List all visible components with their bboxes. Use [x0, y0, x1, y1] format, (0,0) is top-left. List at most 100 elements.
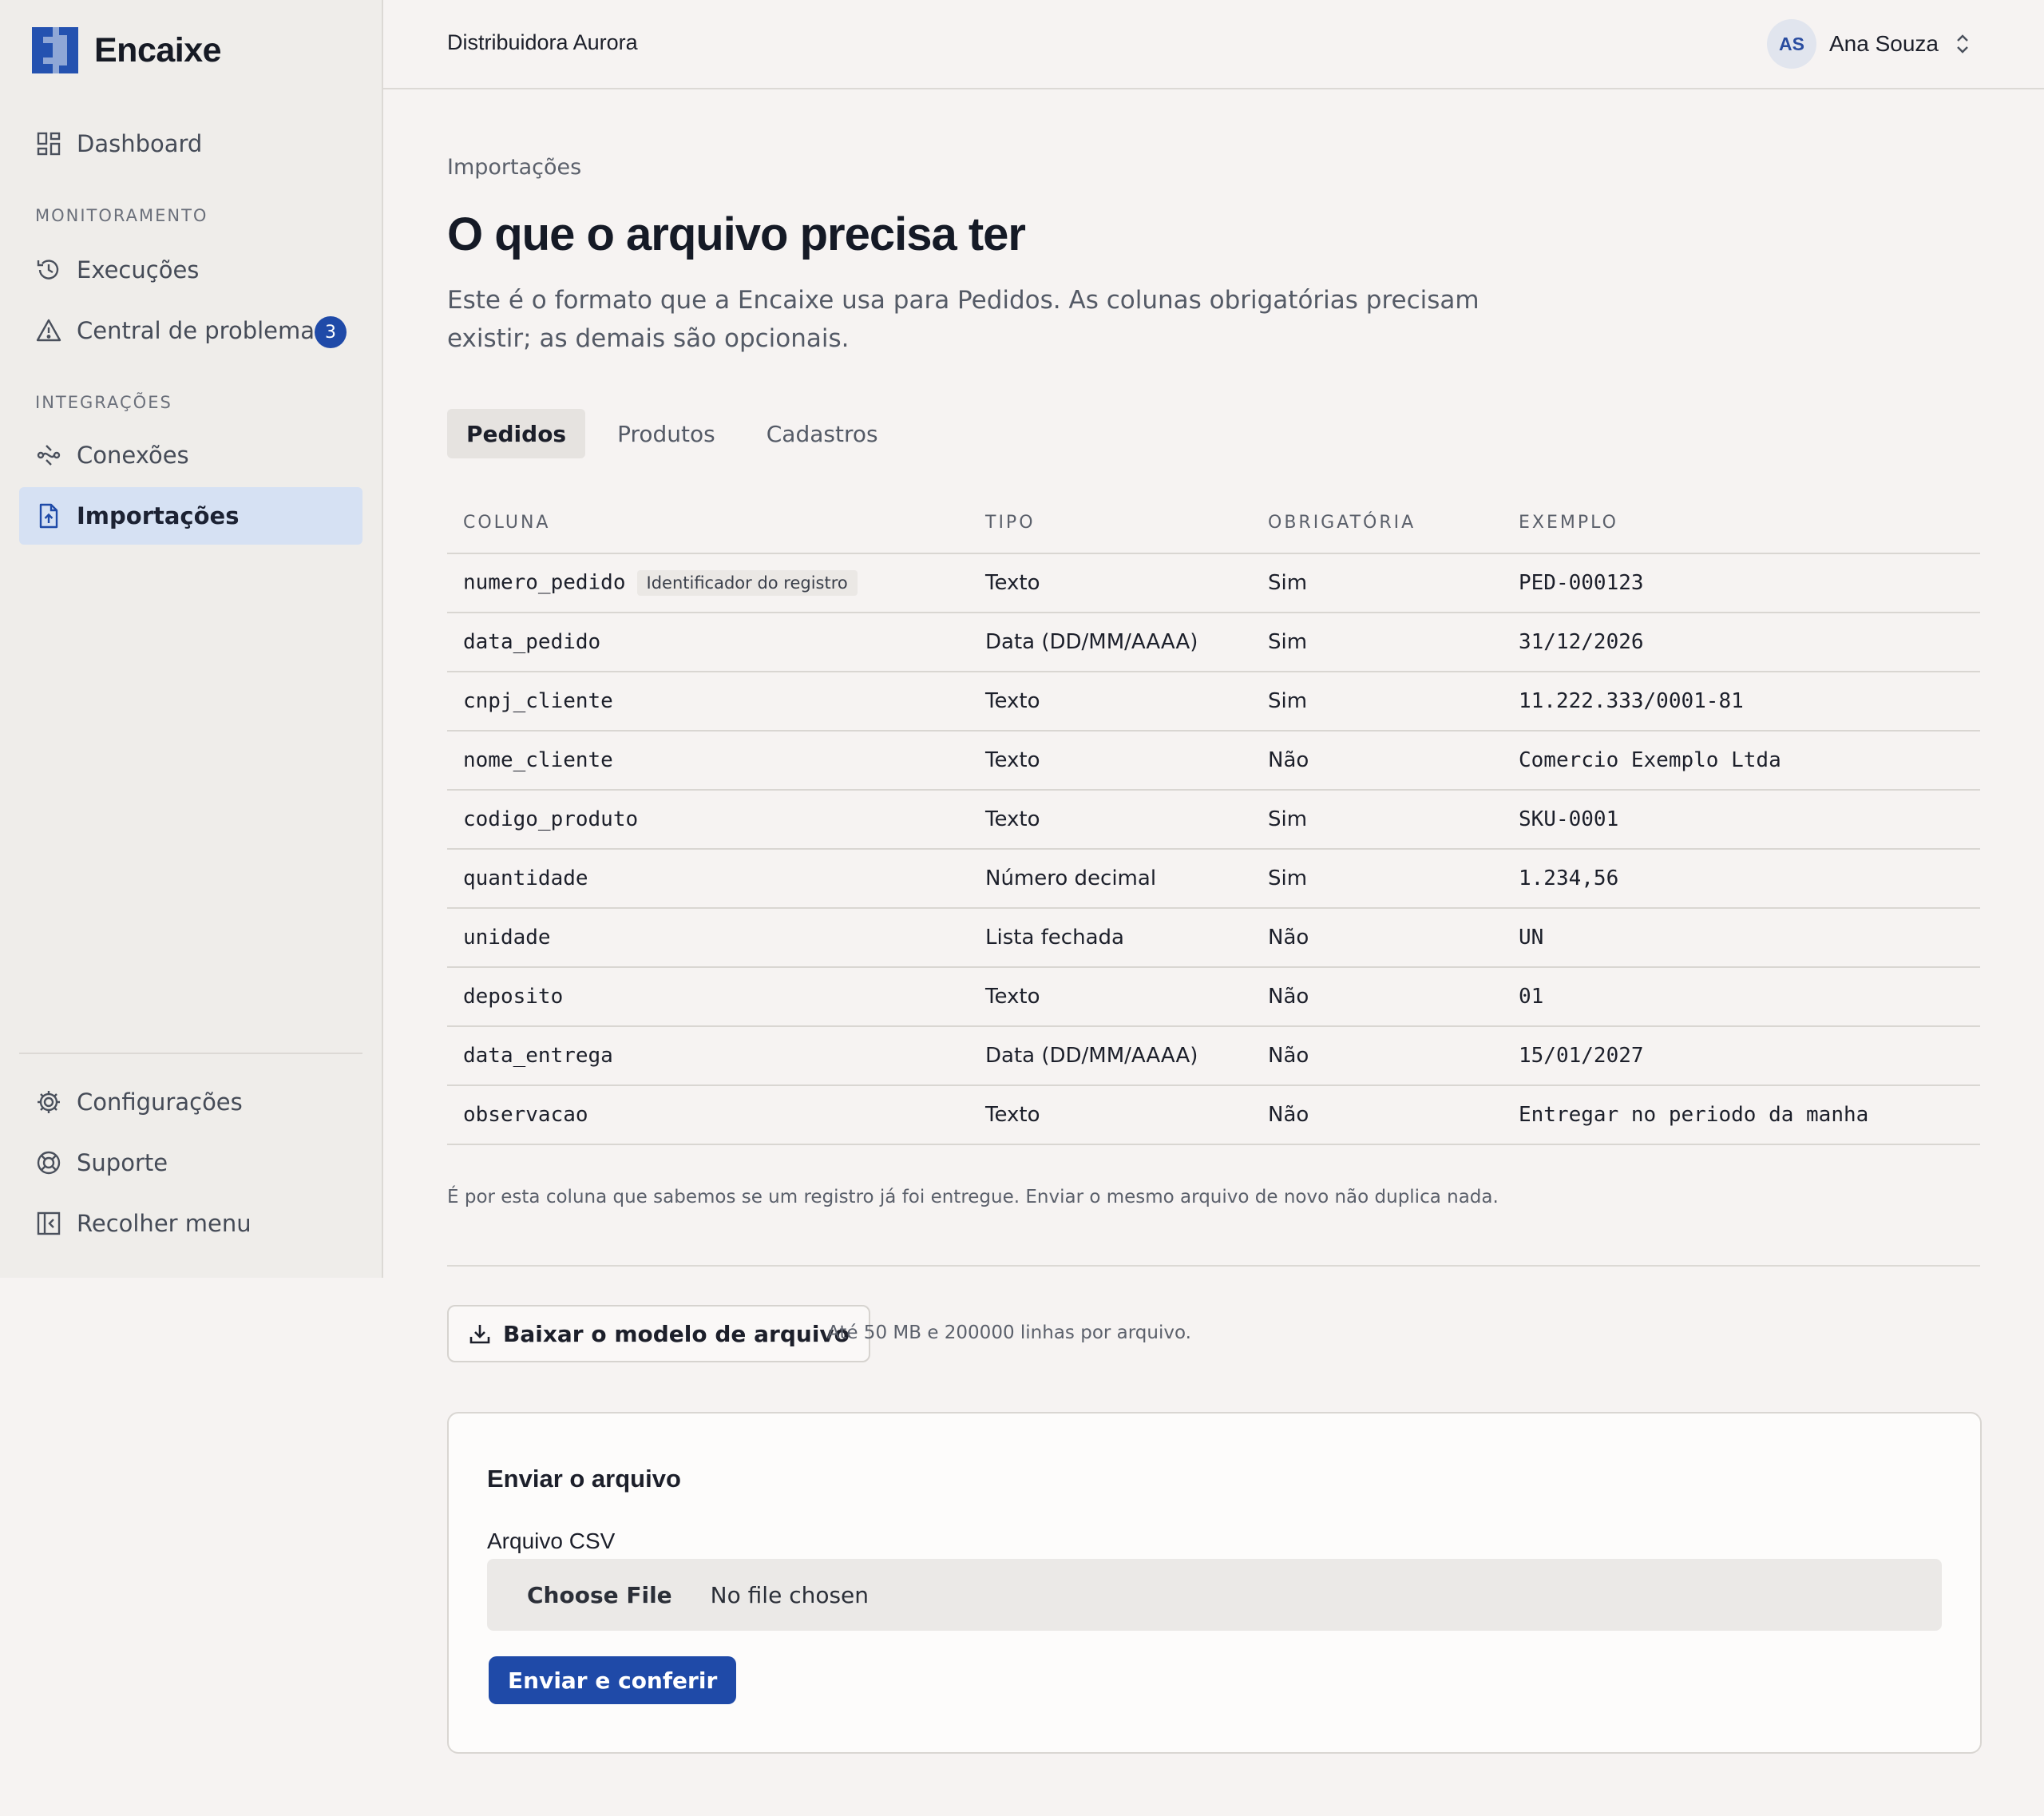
cell-required: Não [1252, 1026, 1503, 1086]
collapse-sidebar-icon [35, 1210, 62, 1237]
breadcrumb[interactable]: Importações [447, 155, 581, 180]
cell-required: Sim [1252, 553, 1503, 613]
lifebuoy-icon [35, 1149, 62, 1176]
sidebar-item-label: Central de problemas [77, 317, 327, 344]
gear-icon [35, 1088, 62, 1116]
cell-required: Não [1252, 1085, 1503, 1145]
tab-produtos[interactable]: Produtos [598, 409, 735, 458]
sidebar-item-collapse[interactable]: Recolher menu [19, 1195, 362, 1252]
table-row: unidade Lista fechada Não UN [447, 908, 1980, 968]
download-template-button[interactable]: Baixar o modelo de arquivo [447, 1305, 870, 1362]
cell-required: Sim [1252, 849, 1503, 909]
cell-example: 31/12/2026 [1503, 613, 1980, 672]
sidebar: Encaixe Dashboard MONITORAMENTO Execuçõe… [0, 0, 383, 1278]
brand[interactable]: Encaixe [32, 27, 222, 73]
cell-example: 01 [1503, 967, 1980, 1027]
cell-example: Entregar no periodo da manha [1503, 1085, 1980, 1145]
column-name: numero_pedido [463, 570, 626, 595]
tab-cadastros[interactable]: Cadastros [747, 409, 897, 458]
cell-column: codigo_produto [447, 790, 969, 850]
user-menu[interactable]: AS Ana Souza [1767, 19, 1972, 69]
table-row: deposito Texto Não 01 [447, 967, 1980, 1027]
identifier-chip: Identificador do registro [636, 570, 858, 596]
cell-required: Não [1252, 731, 1503, 791]
submit-button[interactable]: Enviar e conferir [489, 1656, 737, 1704]
table-row: data_entrega Data (DD/MM/AAAA) Não 15/01… [447, 1026, 1980, 1086]
cell-column: cnpj_cliente [447, 672, 969, 732]
grid-icon [35, 130, 62, 157]
sidebar-item-label: Recolher menu [77, 1210, 252, 1237]
cell-example: SKU-0001 [1503, 790, 1980, 850]
sidebar-item-label: Conexões [77, 442, 189, 469]
sidebar-item-label: Configurações [77, 1088, 243, 1116]
choose-file-button[interactable]: Choose File [527, 1582, 672, 1608]
cell-column: data_entrega [447, 1026, 969, 1086]
upload-card: Enviar o arquivo Arquivo CSV Choose File… [447, 1412, 1982, 1754]
cell-column: numero_pedido Identificador do registro [447, 553, 969, 613]
table-row: observacao Texto Não Entregar no periodo… [447, 1085, 1980, 1145]
header-required: OBRIGATÓRIA [1252, 492, 1503, 554]
table-row: quantidade Número decimal Sim 1.234,56 [447, 849, 1980, 909]
header-type: TIPO [969, 492, 1252, 554]
cell-column: nome_cliente [447, 731, 969, 791]
cell-type: Texto [969, 553, 1252, 613]
sidebar-item-support[interactable]: Suporte [19, 1134, 362, 1192]
page-title: O que o arquivo precisa ter [447, 208, 1026, 260]
sidebar-item-connections[interactable]: Conexões [19, 426, 362, 484]
sidebar-section-integrations: INTEGRAÇÕES [35, 393, 172, 412]
user-name: Ana Souza [1829, 31, 1939, 56]
brand-name: Encaixe [94, 30, 222, 69]
download-template-label: Baixar o modelo de arquivo [503, 1320, 850, 1347]
table-row: numero_pedido Identificador do registro T… [447, 553, 1980, 613]
warning-icon [35, 317, 62, 344]
cell-column: observacao [447, 1085, 969, 1145]
cell-column: deposito [447, 967, 969, 1027]
sidebar-item-label: Suporte [77, 1149, 168, 1176]
table-row: codigo_produto Texto Sim SKU-0001 [447, 790, 1980, 850]
table-header-row: COLUNA TIPO OBRIGATÓRIA EXEMPLO [447, 492, 1980, 554]
sidebar-item-dashboard[interactable]: Dashboard [19, 115, 362, 172]
file-status: No file chosen [710, 1581, 869, 1608]
tabs: Pedidos Produtos Cadastros [447, 409, 910, 458]
sidebar-item-settings[interactable]: Configurações [19, 1073, 362, 1131]
cell-required: Sim [1252, 613, 1503, 672]
history-icon [35, 256, 62, 284]
cell-type: Texto [969, 731, 1252, 791]
sidebar-item-imports[interactable]: Importações [19, 487, 362, 545]
tab-pedidos[interactable]: Pedidos [447, 409, 586, 458]
page-description: Este é o formato que a Encaixe usa para … [447, 286, 1480, 353]
topbar: Distribuidora Aurora AS Ana Souza [383, 0, 2044, 89]
cell-example: Comercio Exemplo Ltda [1503, 731, 1980, 791]
cell-type: Data (DD/MM/AAAA) [969, 613, 1252, 672]
identifier-note: É por esta coluna que sabemos se um regi… [447, 1187, 1499, 1207]
sidebar-item-executions[interactable]: Execuções [19, 241, 362, 299]
cell-column: data_pedido [447, 613, 969, 672]
upload-limits: Até 50 MB e 200000 linhas por arquivo. [827, 1322, 1191, 1343]
sidebar-item-problems[interactable]: Central de problemas 3 [19, 302, 362, 359]
section-divider [447, 1265, 1980, 1267]
table-row: nome_cliente Texto Não Comercio Exemplo … [447, 731, 1980, 791]
upload-card-title: Enviar o arquivo [487, 1465, 681, 1493]
cell-required: Não [1252, 908, 1503, 968]
problems-count-badge: 3 [315, 316, 347, 348]
cell-column: unidade [447, 908, 969, 968]
organization-name: Distribuidora Aurora [447, 30, 638, 54]
csv-file-input[interactable]: Choose File No file chosen [487, 1559, 1942, 1631]
cell-example: PED-000123 [1503, 553, 1980, 613]
table-row: cnpj_cliente Texto Sim 11.222.333/0001-8… [447, 672, 1980, 732]
sidebar-item-label: Importações [77, 502, 240, 529]
cell-column: quantidade [447, 849, 969, 909]
encaixe-logo-icon [32, 27, 78, 73]
cell-required: Sim [1252, 790, 1503, 850]
sidebar-item-label: Execuções [77, 256, 200, 284]
cell-type: Texto [969, 1085, 1252, 1145]
cell-required: Sim [1252, 672, 1503, 732]
connections-icon [35, 442, 62, 469]
cell-type: Lista fechada [969, 908, 1252, 968]
cell-type: Número decimal [969, 849, 1252, 909]
cell-type: Texto [969, 672, 1252, 732]
table-row: data_pedido Data (DD/MM/AAAA) Sim 31/12/… [447, 613, 1980, 672]
cell-type: Texto [969, 967, 1252, 1027]
sidebar-item-label: Dashboard [77, 130, 203, 157]
cell-required: Não [1252, 967, 1503, 1027]
